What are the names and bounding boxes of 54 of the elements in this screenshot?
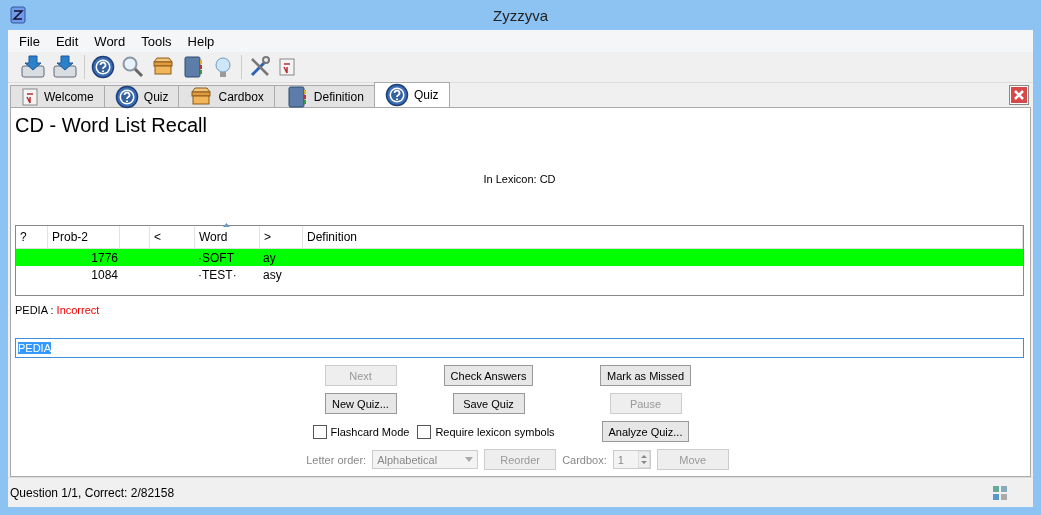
- checkbox[interactable]: [417, 424, 432, 439]
- button[interactable]: Mark as Missed: [600, 365, 691, 386]
- lexicon-label: In Lexicon: CD: [482, 173, 557, 185]
- column-header[interactable]: Prob-2: [48, 226, 120, 248]
- tab[interactable]: Welcome: [10, 85, 105, 107]
- column-header[interactable]: >: [260, 226, 303, 248]
- button[interactable]: Analyze Quiz...: [601, 421, 690, 442]
- book-icon[interactable]: [181, 55, 205, 79]
- tab[interactable]: Definition: [273, 85, 375, 107]
- close-icon[interactable]: [1009, 85, 1029, 105]
- tools-icon[interactable]: [248, 55, 272, 79]
- button[interactable]: Save Quiz: [452, 393, 525, 414]
- document-icon[interactable]: [278, 58, 296, 76]
- search-icon[interactable]: [121, 55, 145, 79]
- checkbox[interactable]: [312, 424, 327, 439]
- table-cell-text: ·SOFT: [197, 250, 235, 265]
- help-icon[interactable]: [91, 55, 115, 79]
- grid-icon: [991, 483, 1009, 502]
- letter-order-label: Letter order:: [306, 453, 367, 466]
- menu-item[interactable]: Word: [86, 33, 134, 49]
- menu-item[interactable]: File: [11, 33, 48, 49]
- download-icon[interactable]: [20, 54, 46, 80]
- column-header[interactable]: Definition: [303, 226, 1023, 248]
- button[interactable]: New Quiz...: [324, 393, 397, 414]
- checkbox-label: Flashcard Mode: [330, 425, 410, 438]
- table-row[interactable]: 1084 ·TEST· asy: [16, 266, 1023, 283]
- menu-item[interactable]: Tools: [133, 33, 180, 49]
- quiz-title: CD - Word List Recall: [15, 114, 208, 137]
- menu-item[interactable]: Edit: [47, 33, 87, 49]
- answer-result: PEDIA : Incorrect: [15, 304, 101, 316]
- app-icon: [10, 6, 26, 24]
- table-row[interactable]: 1776 ·SOFT ay: [16, 249, 1023, 266]
- help-icon[interactable]: [114, 84, 139, 109]
- table-cell-text: asy: [262, 267, 283, 282]
- column-header[interactable]: Word: [195, 226, 260, 248]
- tab[interactable]: Quiz: [103, 85, 180, 107]
- table-cell-text: ay: [262, 250, 277, 265]
- menu-item[interactable]: Help: [179, 33, 223, 49]
- table-cell-text: ·TEST·: [197, 267, 238, 282]
- status-text: Question 1/1, Correct: 2/82158: [10, 485, 175, 500]
- dropdown-arrow-icon: [465, 457, 474, 462]
- download-icon[interactable]: [52, 54, 78, 80]
- tab[interactable]: Cardbox: [178, 85, 275, 107]
- table-cell-text: 1084: [90, 267, 119, 282]
- tab[interactable]: Quiz: [373, 82, 450, 107]
- help-icon[interactable]: [384, 83, 409, 107]
- document-icon[interactable]: [21, 87, 39, 106]
- window-title: Zyzzyva: [493, 6, 548, 24]
- table-cell-text: 1776: [90, 250, 119, 265]
- button[interactable]: Check Answers: [443, 365, 534, 386]
- column-header[interactable]: <: [150, 226, 195, 248]
- checkbox-label: Require lexicon symbols: [435, 425, 555, 438]
- cardbox-label: Cardbox:: [562, 453, 607, 466]
- column-header[interactable]: ?: [16, 226, 48, 248]
